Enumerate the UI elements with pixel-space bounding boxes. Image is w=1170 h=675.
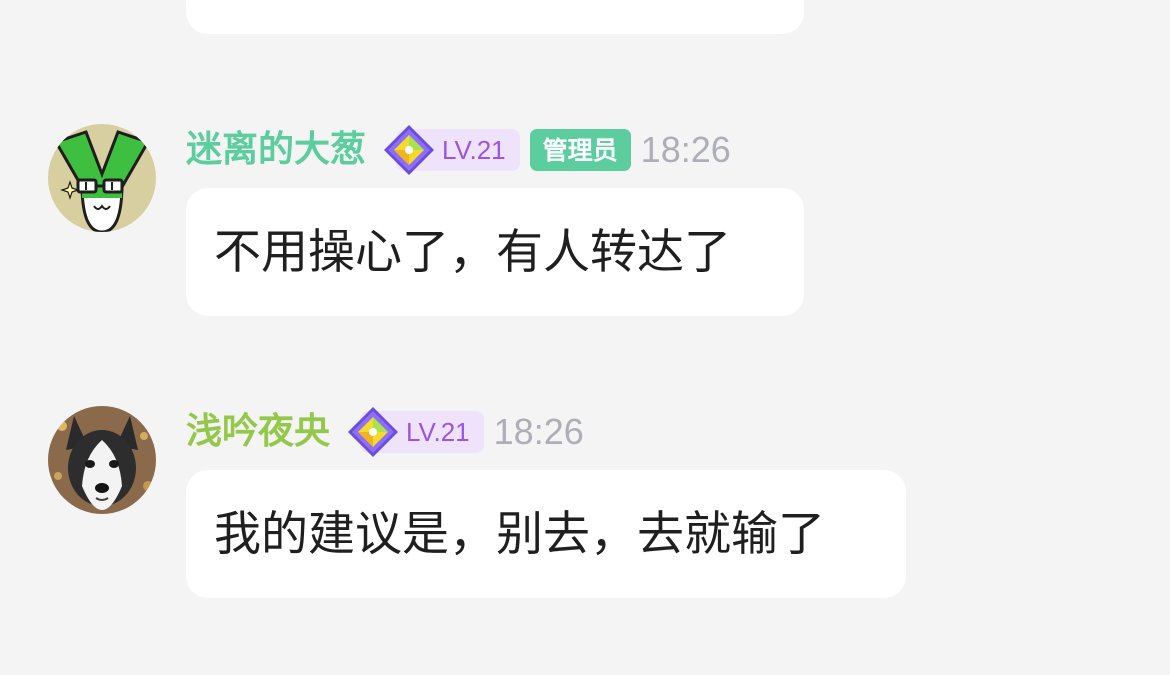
message-bubble[interactable]: 不用操心了，有人转达了 (186, 188, 804, 316)
level-badge[interactable]: LV.21 (346, 407, 484, 457)
message-text: 不用操心了，有人转达了 (214, 224, 731, 280)
avatar[interactable] (48, 124, 156, 232)
husky-dog-avatar-icon (48, 406, 156, 514)
username[interactable]: 浅吟夜央 (186, 414, 330, 450)
admin-badge: 管理员 (529, 129, 631, 171)
level-gem-icon (348, 407, 399, 457)
level-gem-icon (384, 125, 435, 175)
avatar[interactable] (48, 406, 156, 514)
message-header: 迷离的大葱 LV.21 管理员 18:26 (186, 125, 731, 175)
level-badge[interactable]: LV.21 (382, 125, 520, 175)
message-text: 我的建议是，别去，去就输了 (214, 506, 825, 562)
chat-message-list[interactable]: 迷离的大葱 LV.21 管理员 18:26 不用操心了，有人转达了 浅吟夜央 L… (0, 0, 1170, 675)
username[interactable]: 迷离的大葱 (186, 132, 366, 168)
message-bubble-previous[interactable] (186, 0, 804, 34)
timestamp: 18:26 (493, 411, 584, 452)
message-header: 浅吟夜央 LV.21 18:26 (186, 407, 584, 457)
timestamp: 18:26 (640, 129, 731, 170)
green-onion-avatar-icon (48, 124, 156, 232)
message-bubble[interactable]: 我的建议是，别去，去就输了 (186, 470, 906, 598)
